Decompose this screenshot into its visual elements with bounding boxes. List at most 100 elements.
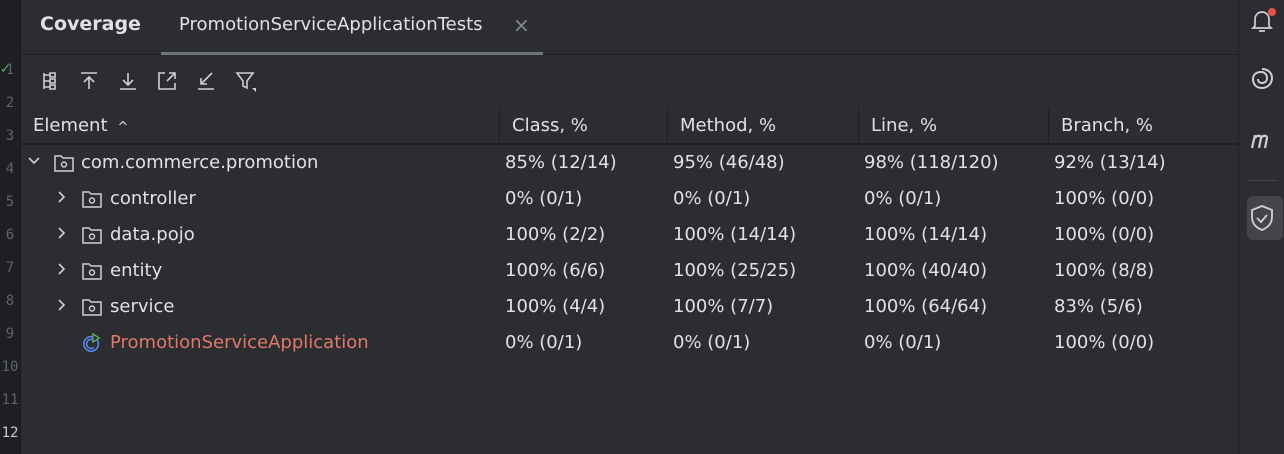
maven-button[interactable] [1245,122,1279,156]
navigate-down-button[interactable] [113,66,143,96]
collapse-up-icon [81,72,97,89]
line-number: 2 [5,95,15,111]
flatten-packages-icon [43,72,56,90]
bell-icon [1250,8,1276,32]
line-number: 10 [1,359,19,375]
filter-icon [235,72,256,92]
class-coverage: 100% (2/2) [505,224,606,245]
chevron-right-icon[interactable] [55,190,69,204]
line-number: 6 [5,227,15,243]
sort-ascending-icon: ^ [117,120,129,135]
line-number: 8 [5,293,15,309]
tab-active-indicator [161,52,543,55]
method-coverage: 100% (25/25) [673,260,797,281]
chevron-right-icon[interactable] [55,298,69,312]
ai-assistant-button[interactable] [1245,62,1279,96]
branch-coverage: 100% (0/0) [1054,224,1155,245]
line-coverage: 0% (0/1) [864,332,942,353]
coverage-toolbar [21,62,421,102]
chevron-right-icon[interactable] [55,262,69,276]
column-divider[interactable] [1048,108,1049,143]
maven-icon [1250,134,1269,149]
branch-coverage: 92% (13/14) [1054,152,1166,173]
column-divider[interactable] [499,108,500,143]
tool-strip-divider [1247,180,1277,181]
element-name: entity [110,260,163,281]
class-coverage: 100% (6/6) [505,260,606,281]
line-number: 11 [1,392,19,408]
table-row[interactable]: data.pojo 100% (2/2) 100% (14/14) 100% (… [21,217,1238,253]
column-divider[interactable] [858,108,859,143]
branch-coverage: 100% (0/0) [1054,332,1155,353]
tool-window-title: Coverage [40,13,141,35]
method-coverage: 95% (46/48) [673,152,785,173]
shield-check-icon [1251,205,1273,231]
element-name: controller [110,188,196,209]
table-row[interactable]: service 100% (4/4) 100% (7/7) 100% (64/6… [21,289,1238,325]
element-name: com.commerce.promotion [81,152,319,173]
import-icon [198,72,214,90]
right-tool-strip [1238,0,1284,454]
package-folder-icon [54,155,74,172]
filter-button[interactable] [230,66,260,96]
line-number: 5 [5,194,15,210]
line-number: 3 [5,128,15,144]
line-number: 9 [5,326,15,342]
class-coverage: 100% (4/4) [505,296,606,317]
class-coverage: 0% (0/1) [505,188,583,209]
tab-label: PromotionServiceApplicationTests [179,14,483,35]
close-icon[interactable]: × [513,13,530,37]
element-name: data.pojo [110,224,195,245]
column-header-class[interactable]: Class, % [512,115,588,136]
column-header-element[interactable]: Element ^ [33,115,128,136]
element-name: PromotionServiceApplication [110,332,369,353]
line-number: 1 [5,62,15,78]
export-icon [158,72,176,90]
navigate-up-button[interactable] [74,66,104,96]
table-row[interactable]: com.commerce.promotion 85% (12/14) 95% (… [21,145,1238,181]
line-number-current: 12 [1,425,19,441]
column-header-method[interactable]: Method, % [680,115,776,136]
coverage-tool-icon-wrap[interactable] [1245,201,1279,235]
column-divider[interactable] [667,108,668,143]
tab-promotion-service-tests[interactable]: PromotionServiceApplicationTests × [161,0,543,55]
import-button[interactable] [191,66,221,96]
line-coverage: 100% (40/40) [864,260,988,281]
table-row[interactable]: controller 0% (0/1) 0% (0/1) 0% (0/1) 10… [21,181,1238,217]
expand-down-icon [120,73,136,90]
class-coverage: 0% (0/1) [505,332,583,353]
method-coverage: 100% (7/7) [673,296,774,317]
class-coverage: 85% (12/14) [505,152,617,173]
branch-coverage: 100% (0/0) [1054,188,1155,209]
method-coverage: 100% (14/14) [673,224,797,245]
line-number: 4 [5,161,15,177]
package-folder-icon [82,227,102,244]
spring-run-class-icon [83,333,101,352]
method-coverage: 0% (0/1) [673,188,751,209]
coverage-tool-window: Coverage PromotionServiceApplicationTest… [21,0,1238,454]
ai-assistant-icon [1251,68,1274,90]
chevron-right-icon[interactable] [55,226,69,240]
notifications-button[interactable] [1245,4,1279,38]
method-coverage: 0% (0/1) [673,332,751,353]
package-folder-icon [82,299,102,316]
table-row[interactable]: PromotionServiceApplication 0% (0/1) 0% … [21,325,1238,361]
line-coverage: 100% (14/14) [864,224,988,245]
element-name: service [110,296,175,317]
editor-gutter: ✓ 1 2 3 4 5 6 7 8 9 10 11 12 [0,0,21,454]
column-header-branch[interactable]: Branch, % [1061,115,1153,136]
flatten-packages-button[interactable] [35,66,65,96]
branch-coverage: 83% (5/6) [1054,296,1143,317]
line-coverage: 0% (0/1) [864,188,942,209]
chevron-down-icon[interactable] [27,154,41,168]
table-header: Element ^ Class, % Method, % Line, % Bran… [21,108,1238,145]
export-button[interactable] [152,66,182,96]
line-coverage: 100% (64/64) [864,296,988,317]
table-row[interactable]: entity 100% (6/6) 100% (25/25) 100% (40/… [21,253,1238,289]
line-coverage: 98% (118/120) [864,152,999,173]
column-header-line[interactable]: Line, % [871,115,937,136]
branch-coverage: 100% (8/8) [1054,260,1155,281]
line-number: 7 [5,260,15,276]
tool-window-header: Coverage PromotionServiceApplicationTest… [21,0,1238,55]
package-folder-icon [82,263,102,280]
